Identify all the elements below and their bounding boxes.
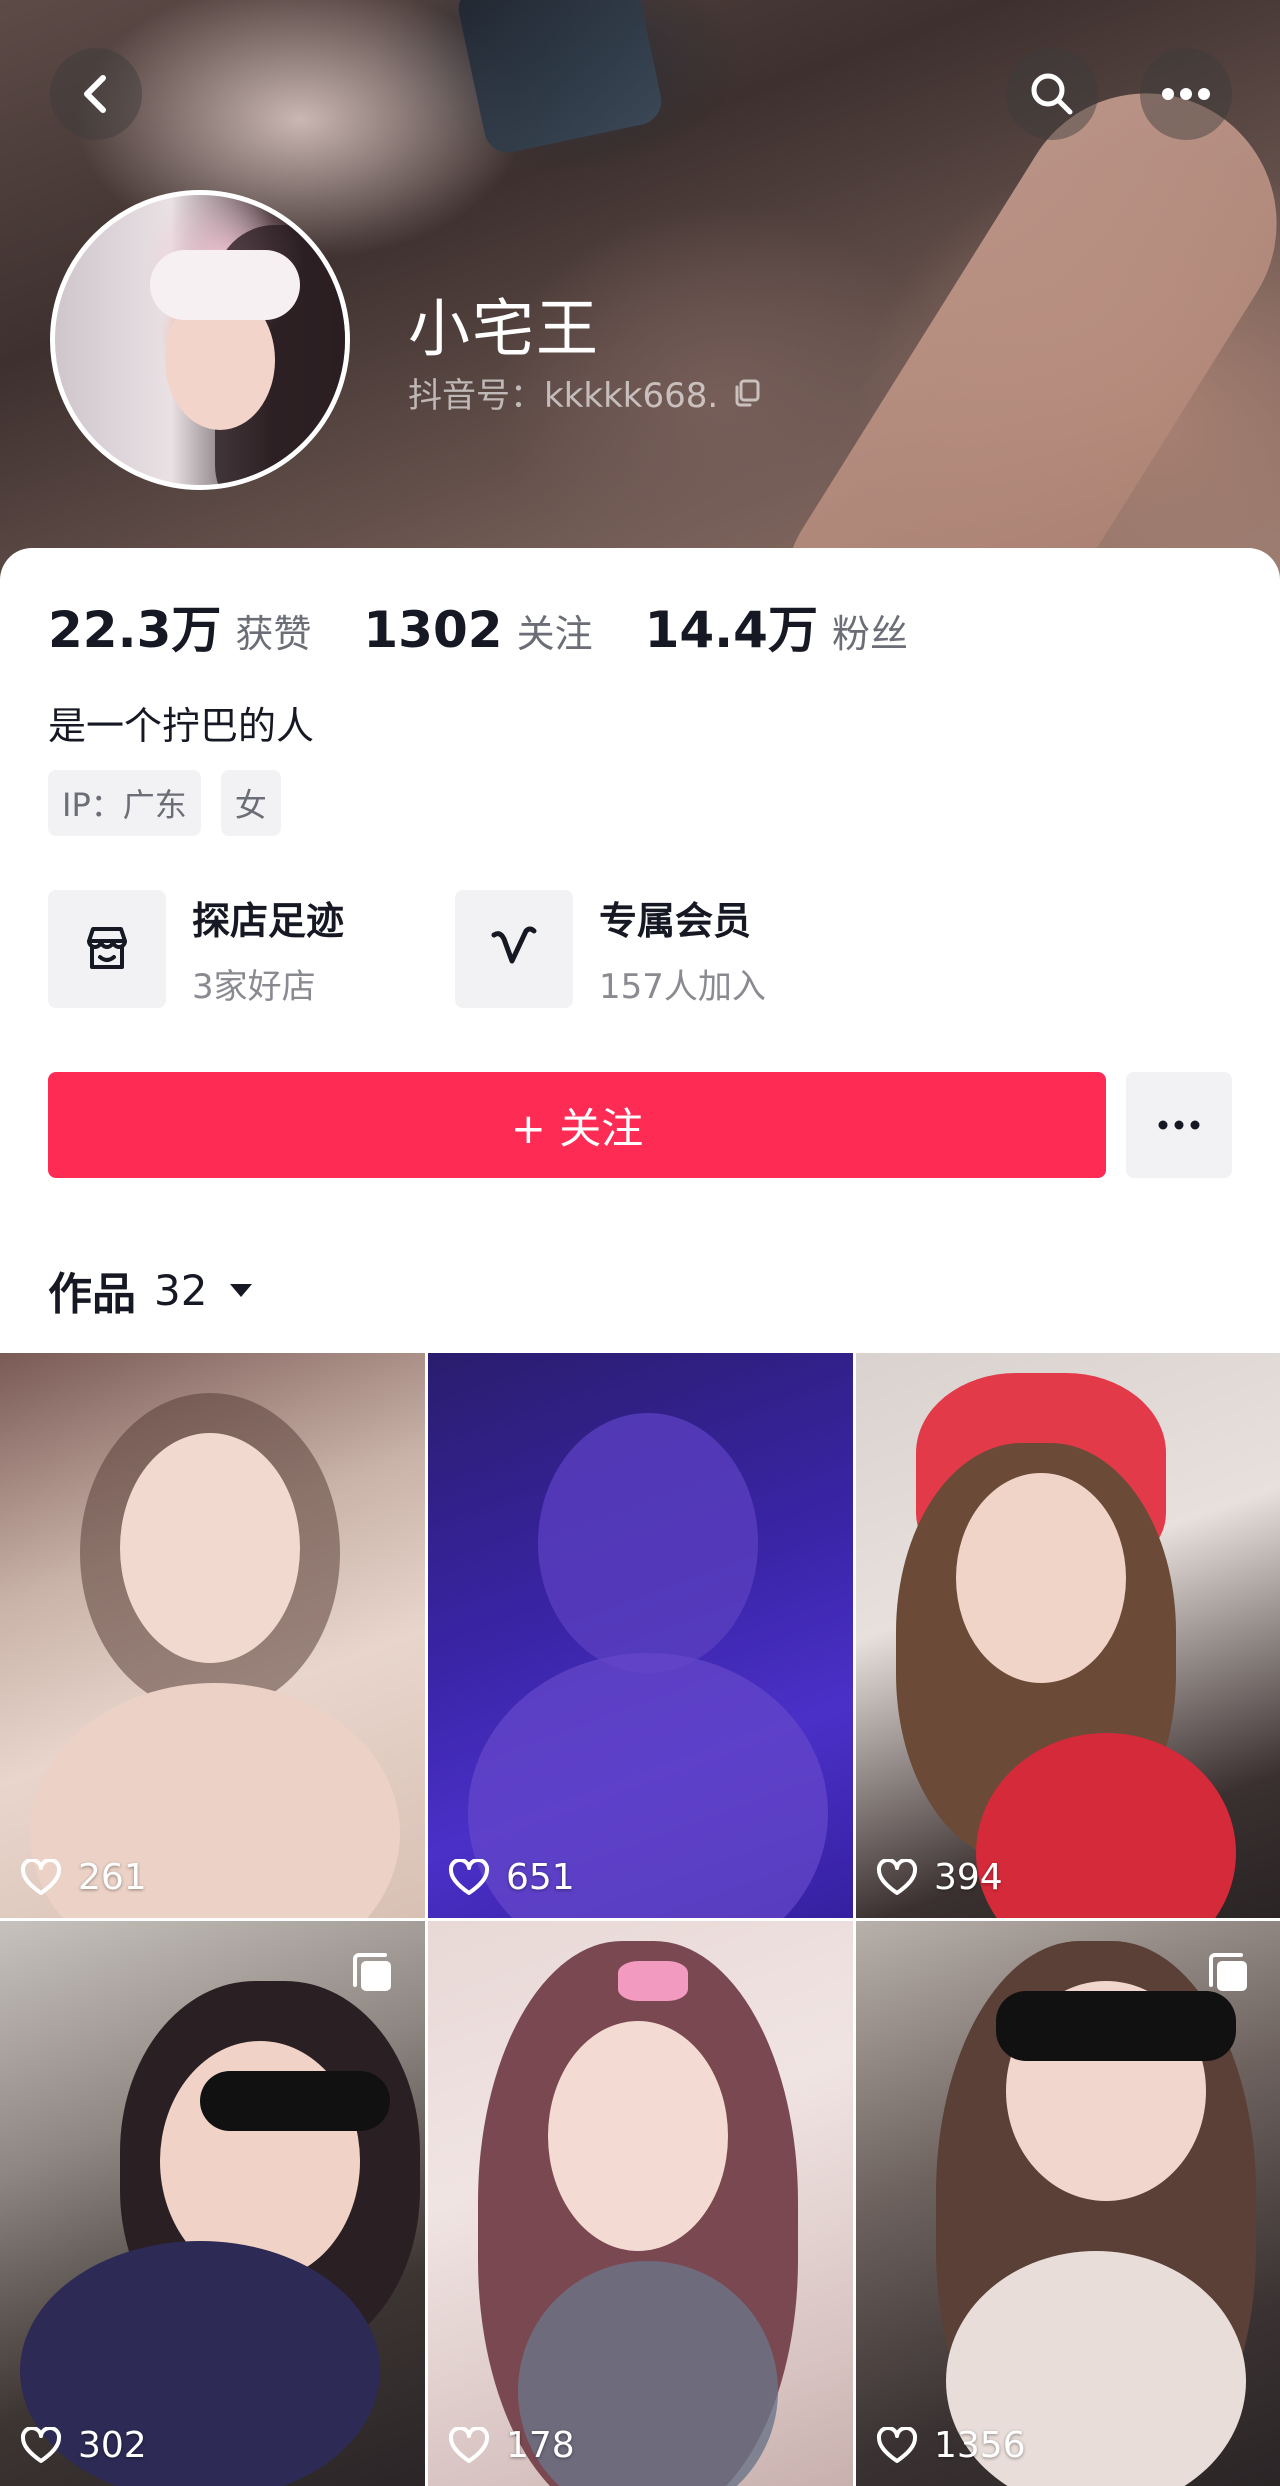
likes-count: 651	[506, 1857, 575, 1898]
video-likes: 302	[20, 2425, 147, 2466]
video-tile[interactable]: 1356	[856, 1921, 1280, 2486]
heart-icon	[876, 2426, 918, 2463]
works-label: 作品	[48, 1269, 136, 1320]
membership-v-icon	[491, 926, 537, 964]
feature-subtitle: 3家好店	[192, 967, 316, 1007]
heart-icon	[448, 2426, 490, 2463]
profile-name: 小宅王	[408, 292, 601, 365]
video-likes: 651	[448, 1857, 575, 1898]
profile-stats: 22.3万 获赞 1302 关注 14.4万 粉丝	[48, 590, 960, 662]
feature-title: 专属会员	[599, 899, 752, 943]
heart-icon	[876, 1858, 918, 1895]
stat-followers[interactable]: 14.4万 粉丝	[645, 590, 908, 662]
tile-figure-shape	[618, 1961, 688, 2001]
video-tile[interactable]: 302	[0, 1921, 425, 2486]
feature-subtitle: 157人加入	[599, 967, 766, 1007]
feature-store-visits[interactable]: 探店足迹 3家好店	[48, 890, 344, 1008]
caret-down-icon	[230, 1284, 253, 1297]
multi-image-icon	[353, 1953, 391, 1991]
video-likes: 178	[448, 2425, 575, 2466]
stat-value: 14.4万	[644, 601, 818, 659]
tile-figure-shape	[956, 1473, 1126, 1683]
likes-count: 178	[506, 2425, 575, 2466]
store-icon	[87, 927, 127, 969]
stat-label: 关注	[516, 612, 593, 656]
profile-tags: IP：广东 女	[48, 770, 281, 836]
feature-icon-box	[455, 890, 573, 1008]
feature-membership[interactable]: 专属会员 157人加入	[455, 890, 766, 1008]
cover-tablet-shape	[454, 0, 666, 157]
stat-label: 获赞	[235, 612, 312, 656]
video-likes: 1356	[876, 2425, 1026, 2466]
more-actions-button[interactable]	[1126, 1072, 1232, 1178]
stat-following[interactable]: 1302 关注	[363, 601, 592, 659]
video-tile[interactable]: 394	[856, 1353, 1280, 1918]
tile-figure-shape	[120, 1433, 300, 1663]
video-likes: 394	[876, 1857, 1003, 1898]
avatar[interactable]	[50, 190, 350, 490]
multi-image-icon	[1209, 1953, 1247, 1991]
works-count: 32	[154, 1265, 208, 1315]
chevron-left-icon	[84, 75, 106, 113]
douyin-id[interactable]: 抖音号：kkkkk668.	[408, 368, 762, 417]
likes-count: 302	[78, 2425, 147, 2466]
tile-figure-shape	[200, 2071, 390, 2131]
heart-icon	[448, 1858, 490, 1895]
follow-button[interactable]: + 关注	[48, 1072, 1106, 1178]
stat-likes[interactable]: 22.3万 获赞	[48, 590, 311, 662]
search-button[interactable]	[1006, 48, 1098, 140]
tag-ip-location: IP：广东	[48, 770, 201, 836]
ellipsis-icon	[1158, 1120, 1200, 1130]
search-icon	[1031, 73, 1073, 115]
douyin-id-text: 抖音号：kkkkk668.	[408, 376, 719, 416]
heart-icon	[20, 2426, 62, 2463]
video-tile[interactable]: 178	[428, 1921, 853, 2486]
stat-value: 1302	[363, 601, 503, 659]
tag-gender: 女	[220, 770, 281, 836]
likes-count: 261	[78, 1857, 147, 1898]
tile-figure-shape	[538, 1413, 758, 1673]
follow-button-label: + 关注	[510, 1103, 644, 1153]
copy-icon[interactable]	[732, 378, 762, 408]
profile-bio: 是一个拧巴的人	[48, 704, 315, 748]
video-likes: 261	[20, 1857, 147, 1898]
back-button[interactable]	[50, 48, 142, 140]
video-tile[interactable]: 651	[428, 1353, 853, 1918]
works-tab[interactable]: 作品 32	[48, 1258, 255, 1322]
feature-icon-box	[48, 890, 166, 1008]
stat-value: 22.3万	[48, 601, 222, 659]
feature-title: 探店足迹	[192, 899, 345, 943]
likes-count: 394	[934, 1857, 1003, 1898]
tile-figure-shape	[996, 1991, 1236, 2061]
avatar-mask-shape	[150, 250, 300, 320]
likes-count: 1356	[934, 2425, 1026, 2466]
video-tile[interactable]: 261	[0, 1353, 425, 1918]
tile-figure-shape	[548, 2021, 728, 2251]
more-options-button[interactable]	[1140, 48, 1232, 140]
ellipsis-icon	[1162, 88, 1210, 100]
stat-label: 粉丝	[831, 612, 908, 656]
heart-icon	[20, 1858, 62, 1895]
